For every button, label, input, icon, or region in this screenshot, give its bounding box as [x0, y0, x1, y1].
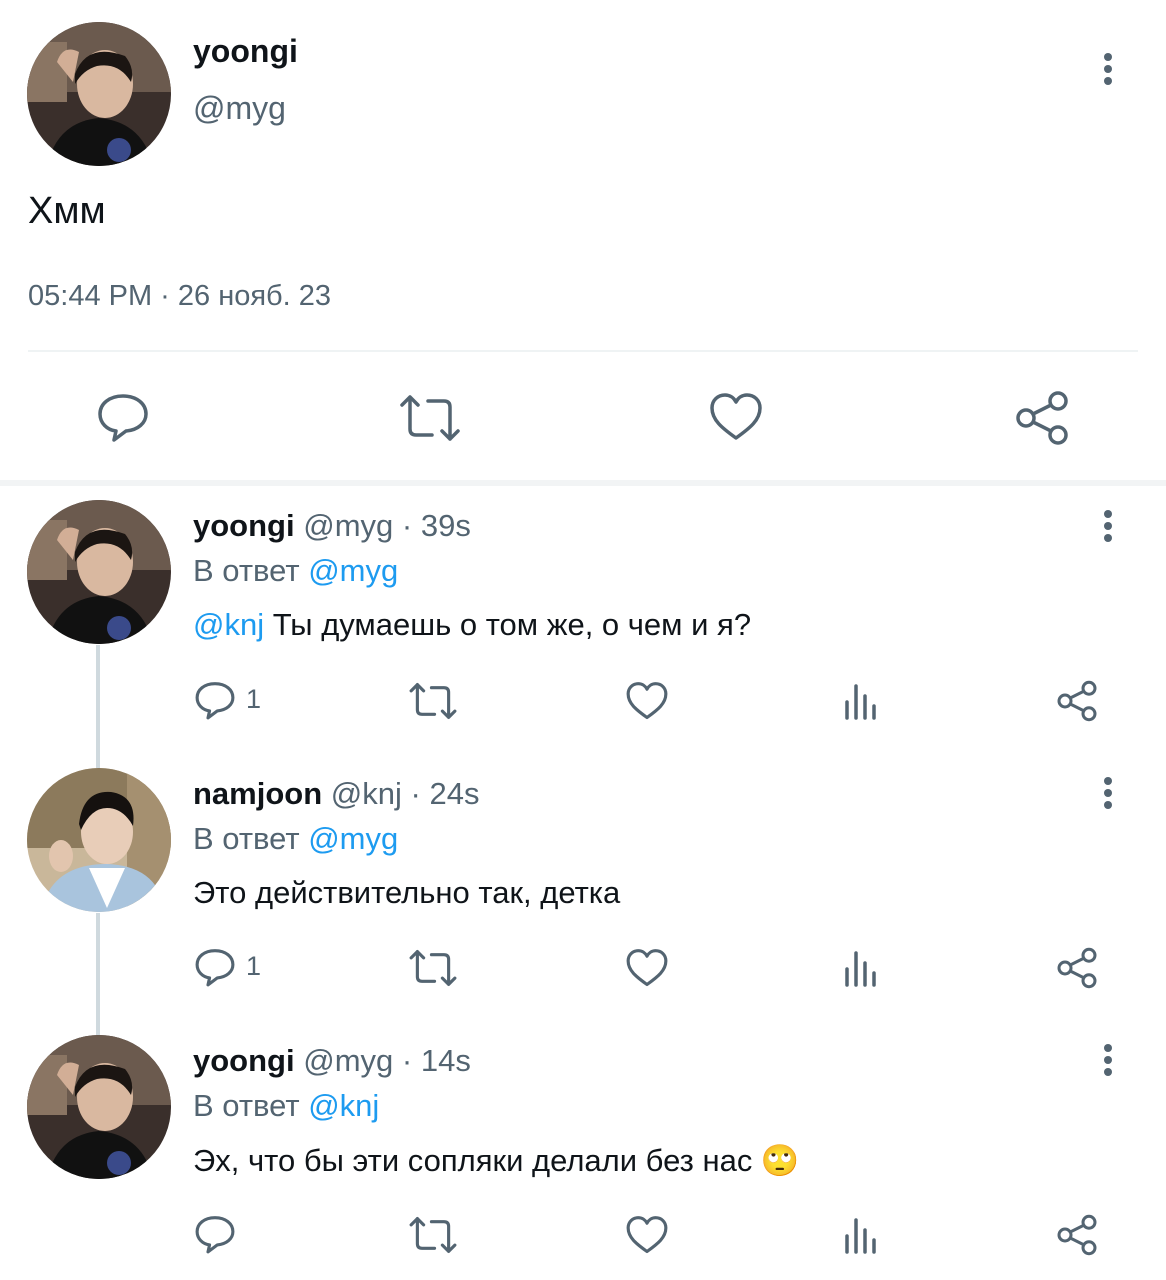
share-icon	[1057, 680, 1097, 722]
like-button[interactable]	[625, 681, 669, 721]
avatar-namjoon[interactable]	[27, 768, 171, 912]
like-button[interactable]	[708, 392, 764, 442]
replying-to-handle[interactable]: @myg	[308, 553, 398, 588]
author-handle[interactable]: @myg	[303, 1043, 393, 1078]
tweet-timestamp[interactable]: 05:44 PM · 26 нояб. 23	[28, 280, 331, 313]
retweet-icon	[400, 395, 460, 441]
reply-button[interactable]	[194, 1213, 236, 1255]
like-button[interactable]	[625, 1215, 669, 1255]
thread-line	[96, 913, 100, 1035]
author-handle[interactable]: @myg	[303, 508, 393, 543]
author-handle[interactable]: @myg	[193, 90, 286, 127]
reply-text-body: Ты думаешь о том же, о чем и я?	[264, 607, 752, 642]
heart-icon	[626, 949, 668, 987]
reply-time: · 39s	[401, 508, 471, 543]
like-button[interactable]	[625, 948, 669, 988]
reply-icon	[195, 682, 235, 720]
reply-time: · 14s	[401, 1043, 471, 1078]
share-button[interactable]	[1056, 947, 1098, 989]
replying-to-handle[interactable]: @knj	[308, 1088, 379, 1123]
reply-count: 1	[246, 684, 262, 714]
section-separator	[0, 480, 1166, 486]
replying-to-label: В ответ	[193, 1088, 300, 1123]
reply-text: Эх, что бы эти сопляки делали без нас 🙄	[193, 1143, 800, 1178]
retweet-icon	[409, 950, 457, 986]
views-icon	[845, 684, 876, 720]
avatar-yoongi[interactable]	[27, 500, 171, 644]
author-handle[interactable]: @knj	[331, 776, 402, 811]
more-options-button[interactable]	[1088, 773, 1128, 813]
reply-text: @knj Ты думаешь о том же, о чем и я?	[193, 607, 751, 643]
reply-header: yoongi @myg · 39s	[193, 508, 471, 544]
reply-time: · 24s	[410, 776, 480, 811]
reply-header: namjoon @knj · 24s	[193, 776, 479, 812]
retweet-button[interactable]	[398, 393, 462, 443]
author-name[interactable]: yoongi	[193, 33, 298, 70]
share-icon	[1057, 947, 1097, 989]
retweet-button[interactable]	[408, 1215, 458, 1255]
retweet-icon	[409, 1217, 457, 1253]
reply-icon	[195, 1216, 235, 1254]
reply-header: yoongi @myg · 14s	[193, 1043, 471, 1079]
mention-link[interactable]: @knj	[193, 607, 264, 642]
share-icon	[1057, 1214, 1097, 1256]
retweet-button[interactable]	[408, 681, 458, 721]
share-button[interactable]	[1014, 390, 1070, 446]
share-button[interactable]	[1056, 680, 1098, 722]
reply-icon	[98, 394, 148, 442]
views-button[interactable]	[843, 947, 879, 987]
heart-icon	[626, 1216, 668, 1254]
more-vertical-icon	[1104, 53, 1112, 85]
reply-text: Это действительно так, детка	[193, 875, 621, 910]
reply-count: 1	[246, 951, 262, 981]
share-icon	[1016, 391, 1068, 445]
author-name[interactable]: yoongi	[193, 508, 295, 543]
views-button[interactable]	[843, 680, 879, 720]
share-button[interactable]	[1056, 1214, 1098, 1256]
more-options-button[interactable]	[1088, 49, 1128, 89]
more-vertical-icon	[1104, 510, 1112, 542]
divider	[28, 350, 1138, 352]
views-icon	[845, 1218, 876, 1254]
views-icon	[845, 951, 876, 987]
replying-to-label: В ответ	[193, 821, 300, 856]
replying-to: В ответ @myg	[193, 821, 398, 857]
replying-to-handle[interactable]: @myg	[308, 821, 398, 856]
retweet-icon	[409, 683, 457, 719]
heart-icon	[626, 682, 668, 720]
reply-button[interactable]	[96, 390, 150, 444]
thread-line	[96, 645, 100, 768]
reply-icon	[195, 949, 235, 987]
more-options-button[interactable]	[1088, 1040, 1128, 1080]
views-button[interactable]	[843, 1214, 879, 1254]
reply-button[interactable]	[194, 679, 236, 721]
replying-to: В ответ @myg	[193, 553, 398, 589]
reply-button[interactable]	[194, 946, 236, 988]
avatar-yoongi[interactable]	[27, 1035, 171, 1179]
author-name[interactable]: yoongi	[193, 1043, 295, 1078]
replying-to-label: В ответ	[193, 553, 300, 588]
more-vertical-icon	[1104, 1044, 1112, 1076]
replying-to: В ответ @knj	[193, 1088, 379, 1124]
tweet-text: Хмм	[28, 190, 106, 232]
heart-icon	[710, 393, 762, 440]
more-vertical-icon	[1104, 777, 1112, 809]
retweet-button[interactable]	[408, 948, 458, 988]
author-name[interactable]: namjoon	[193, 776, 322, 811]
more-options-button[interactable]	[1088, 506, 1128, 546]
avatar-yoongi[interactable]	[27, 22, 171, 166]
